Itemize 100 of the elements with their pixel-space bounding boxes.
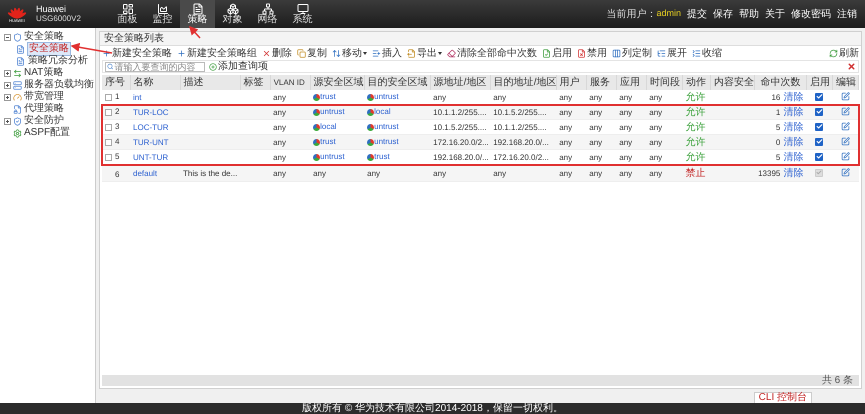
edit-icon[interactable] xyxy=(840,152,850,162)
toolbar-button[interactable]: 展开 xyxy=(657,46,687,60)
toolbar-button[interactable]: 列定制 xyxy=(612,46,652,60)
enable-checkbox[interactable] xyxy=(815,152,824,161)
cell-text: 10.1.1.2/255.... xyxy=(433,108,487,117)
header-link[interactable]: 保存 xyxy=(713,6,733,22)
toolbar-button[interactable]: 收缩 xyxy=(692,46,722,60)
policy-name-link[interactable]: TUR-LOC xyxy=(133,108,169,117)
toolbar-button[interactable]: 复制 xyxy=(297,46,327,60)
edit-icon[interactable] xyxy=(840,92,850,102)
expand-toggle-icon[interactable] xyxy=(4,118,11,124)
expand-toggle-icon[interactable] xyxy=(4,94,11,100)
zone-link[interactable]: untrust xyxy=(374,91,399,103)
nav-tab[interactable]: 面板 xyxy=(110,0,145,28)
nav-tab[interactable]: 监控 xyxy=(145,0,180,28)
search-field[interactable]: 请输入要查询的内容 xyxy=(105,62,205,72)
sidebar-item[interactable]: ASPF配置 xyxy=(24,127,70,139)
cell-text: any xyxy=(649,108,662,117)
nav-tab[interactable]: 策略 xyxy=(180,0,215,28)
toolbar-button[interactable]: 启用 xyxy=(542,46,572,60)
collapse-toggle-icon[interactable] xyxy=(4,34,11,40)
up-down-arrow-icon xyxy=(332,48,341,58)
policy-name-link[interactable]: TUR-UNT xyxy=(133,138,169,147)
sidebar-item[interactable]: 代理策略 xyxy=(24,103,64,115)
toolbar-button[interactable]: 删除 xyxy=(262,46,292,60)
edit-icon[interactable] xyxy=(840,137,850,146)
toolbar-button[interactable]: 移动 xyxy=(332,46,367,60)
nav-tab[interactable]: 系统 xyxy=(285,0,320,28)
clear-link[interactable]: 清除 xyxy=(783,137,804,148)
nav-tab[interactable]: 网络 xyxy=(250,0,285,28)
close-icon[interactable] xyxy=(847,62,856,71)
toolbar-button[interactable]: 新建安全策略组 xyxy=(177,46,257,60)
enable-checkbox[interactable] xyxy=(815,92,824,101)
copyright-text: 版权所有 © 华为技术有限公司2014-2018，保留一切权利。 xyxy=(302,404,563,414)
enable-checkbox[interactable] xyxy=(815,108,824,116)
zone-link[interactable]: untrust xyxy=(374,136,399,148)
policy-name-link[interactable]: default xyxy=(133,169,158,178)
sidebar-item[interactable]: 安全防护 xyxy=(24,115,64,127)
row-checkbox[interactable] xyxy=(105,138,112,146)
header-link[interactable]: 关于 xyxy=(765,6,785,22)
header-link[interactable]: 修改密码 xyxy=(791,6,831,22)
cell-text: 16 xyxy=(771,92,780,104)
zone-link[interactable]: untrust xyxy=(320,151,345,163)
policy-name-link[interactable]: UNT-TUR xyxy=(133,153,168,162)
sidebar-item[interactable]: NAT策略 xyxy=(24,67,64,79)
clear-link[interactable]: 清除 xyxy=(783,168,804,180)
row-checkbox[interactable] xyxy=(105,124,112,131)
toolbar-button[interactable]: 禁用 xyxy=(577,46,607,60)
zone-link[interactable]: trust xyxy=(320,136,336,148)
edit-icon[interactable] xyxy=(840,122,850,132)
cell-text: any xyxy=(649,123,662,132)
zone-link[interactable]: local xyxy=(320,121,337,133)
insert-icon xyxy=(372,48,381,58)
add-icon xyxy=(209,62,217,70)
enable-checkbox[interactable] xyxy=(815,138,824,146)
zone-link[interactable]: untrust xyxy=(374,121,399,133)
toolbar-button[interactable]: 插入 xyxy=(372,46,402,60)
sidebar-item[interactable]: 带宽管理 xyxy=(24,91,64,103)
zone-link[interactable]: untrust xyxy=(320,106,345,118)
edit-icon[interactable] xyxy=(840,107,850,116)
header-link[interactable]: 帮助 xyxy=(739,6,759,22)
header-link[interactable]: 提交 xyxy=(687,6,707,22)
toolbar-button[interactable]: 导出 xyxy=(407,46,442,60)
zone-link[interactable]: trust xyxy=(374,151,390,163)
plus-icon xyxy=(102,48,111,58)
cell-text: any xyxy=(559,153,572,162)
cell-text: any xyxy=(433,93,446,102)
refresh-button[interactable]: 刷新 xyxy=(829,46,859,60)
add-query-button[interactable]: 添加查询项 xyxy=(209,59,268,74)
clear-link[interactable]: 清除 xyxy=(783,92,804,104)
logo-icon xyxy=(7,5,27,19)
clear-link[interactable]: 清除 xyxy=(783,152,804,164)
cell-text: any xyxy=(493,93,506,102)
enable-checkbox[interactable] xyxy=(815,122,824,131)
row-checkbox[interactable] xyxy=(105,108,112,116)
expand-toggle-icon[interactable] xyxy=(4,70,11,76)
expand-toggle-icon[interactable] xyxy=(4,82,11,88)
sidebar-subitem[interactable]: 策略冗余分析 xyxy=(27,55,89,67)
sidebar-item[interactable]: 安全策略 xyxy=(24,31,64,43)
arrow-drawing xyxy=(70,42,112,54)
clear-link[interactable]: 清除 xyxy=(783,122,804,134)
row-checkbox[interactable] xyxy=(105,94,112,101)
header-link[interactable]: 注销 xyxy=(837,6,857,22)
cell-text: any xyxy=(649,93,662,102)
sidebar-item[interactable]: 服务器负载均衡 xyxy=(24,79,94,91)
nav-tab[interactable]: 对象 xyxy=(215,0,250,28)
cell-text: any xyxy=(589,108,602,117)
chart-icon xyxy=(156,3,168,15)
zone-link[interactable]: local xyxy=(374,106,391,118)
policy-name-link[interactable]: int xyxy=(133,93,142,102)
cli-console-button[interactable]: CLI 控制台 xyxy=(754,392,812,403)
sidebar-subitem[interactable]: 安全策略 xyxy=(27,42,71,56)
toolbar-button[interactable]: 新建安全策略 xyxy=(102,46,172,60)
toolbar-button[interactable]: 清除全部命中次数 xyxy=(447,46,537,60)
edit-icon[interactable] xyxy=(840,168,850,178)
policy-name-link[interactable]: LOC-TUR xyxy=(133,123,169,132)
clear-link[interactable]: 清除 xyxy=(783,107,804,118)
zone-link[interactable]: trust xyxy=(320,91,336,103)
cell-text: any xyxy=(493,169,506,178)
row-checkbox[interactable] xyxy=(105,154,112,161)
